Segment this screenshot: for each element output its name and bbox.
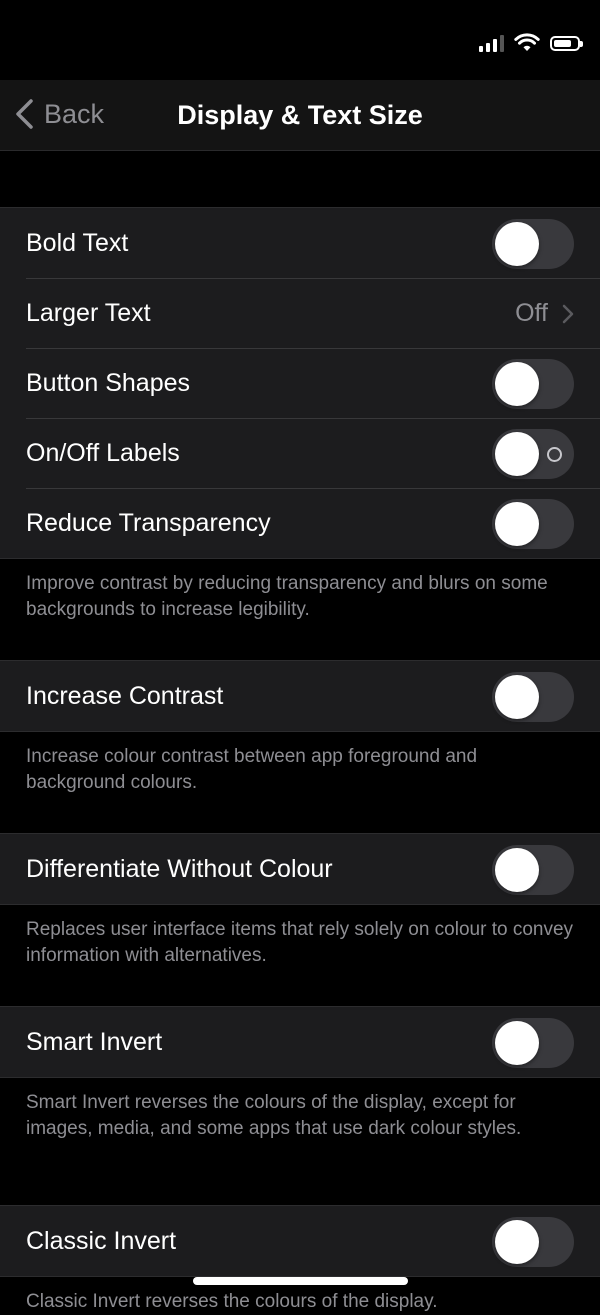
bold-text-label: Bold Text	[26, 228, 129, 257]
smart-invert-row: Smart Invert	[0, 1007, 600, 1077]
bold-text-row: Bold Text	[0, 208, 600, 278]
smart-invert-toggle[interactable]	[492, 1018, 574, 1068]
larger-text-row[interactable]: Larger Text Off	[0, 278, 600, 348]
classic-invert-toggle[interactable]	[492, 1217, 574, 1267]
button-shapes-label: Button Shapes	[26, 368, 191, 397]
differentiate-group: Differentiate Without Colour	[0, 833, 600, 905]
differentiate-footer: Replaces user interface items that rely …	[26, 919, 574, 966]
home-indicator[interactable]	[193, 1277, 408, 1285]
battery-icon	[550, 35, 583, 51]
larger-text-value: Off	[515, 298, 548, 327]
bold-text-toggle[interactable]	[492, 219, 574, 269]
reduce-transparency-footer: Improve contrast by reducing transparenc…	[26, 573, 548, 620]
button-shapes-row: Button Shapes	[0, 348, 600, 418]
wifi-icon	[514, 33, 540, 51]
reduce-transparency-label: Reduce Transparency	[26, 508, 271, 537]
on-off-labels-row: On/Off Labels	[0, 418, 600, 488]
chevron-right-icon	[562, 304, 574, 324]
button-shapes-toggle[interactable]	[492, 359, 574, 409]
smart-invert-group: Smart Invert	[0, 1006, 600, 1078]
off-ring-icon	[547, 447, 562, 462]
reduce-transparency-toggle[interactable]	[492, 499, 574, 549]
smart-invert-footer: Smart Invert reverses the colours of the…	[26, 1092, 522, 1139]
on-off-labels-toggle[interactable]	[492, 429, 574, 479]
status-bar	[0, 0, 600, 80]
differentiate-row: Differentiate Without Colour	[0, 834, 600, 904]
differentiate-label: Differentiate Without Colour	[26, 854, 333, 883]
battery-level	[554, 39, 571, 47]
classic-invert-row: Classic Invert	[0, 1206, 600, 1276]
status-icons	[479, 33, 583, 53]
smart-invert-label: Smart Invert	[26, 1027, 163, 1056]
cellular-signal-icon	[479, 34, 504, 52]
contrast-group: Increase Contrast	[0, 660, 600, 732]
differentiate-toggle[interactable]	[492, 845, 574, 895]
increase-contrast-row: Increase Contrast	[0, 661, 600, 731]
increase-contrast-footer: Increase colour contrast between app for…	[26, 746, 478, 793]
larger-text-label: Larger Text	[26, 298, 151, 327]
classic-invert-label: Classic Invert	[26, 1226, 177, 1255]
page-title: Display & Text Size	[177, 100, 423, 130]
on-off-labels-label: On/Off Labels	[26, 438, 180, 467]
settings-list: Bold Text Larger Text Off Button Shapes …	[0, 151, 600, 1315]
increase-contrast-toggle[interactable]	[492, 672, 574, 722]
increase-contrast-label: Increase Contrast	[26, 681, 224, 710]
reduce-transparency-row: Reduce Transparency	[0, 488, 600, 558]
navigation-bar: Back Display & Text Size	[0, 80, 600, 151]
text-settings-group: Bold Text Larger Text Off Button Shapes …	[0, 207, 600, 559]
classic-invert-group: Classic Invert	[0, 1205, 600, 1277]
